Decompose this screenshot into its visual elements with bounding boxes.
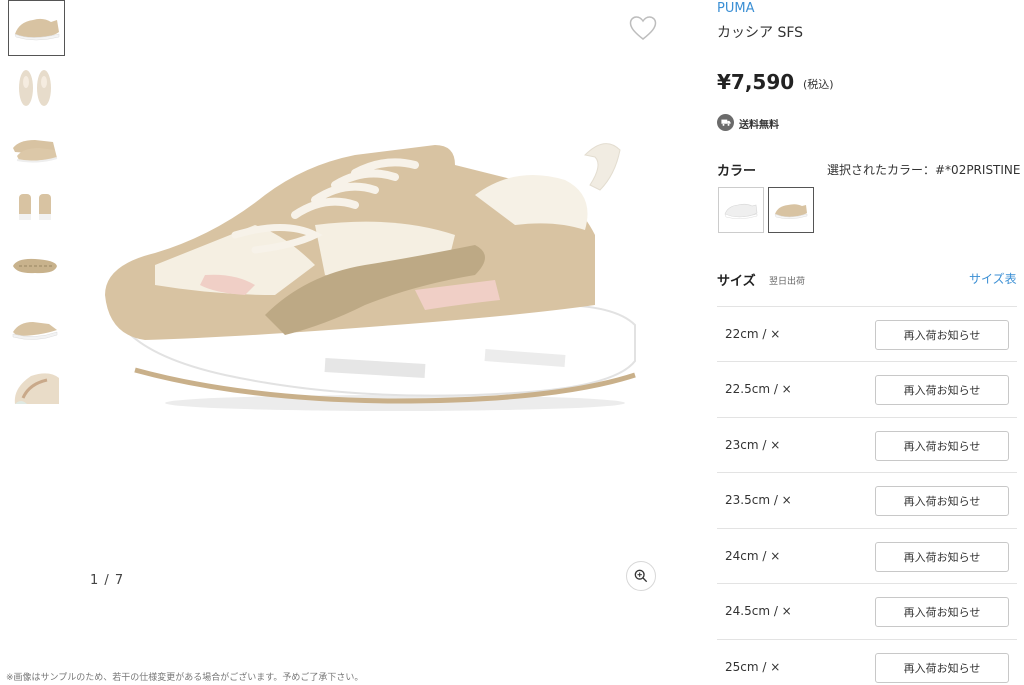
restock-notify-button[interactable]: 再入荷お知らせ — [875, 486, 1009, 516]
thumbnail-top-view[interactable] — [6, 60, 63, 116]
size-row: 24cm / × 再入荷お知らせ — [717, 528, 1017, 584]
product-name: カッシア SFS — [717, 25, 804, 41]
thumbnail-sole-view[interactable] — [6, 238, 63, 294]
tax-note: (税込) — [803, 78, 834, 91]
main-product-image[interactable] — [95, 125, 640, 415]
size-label: 24cm / × — [725, 549, 781, 563]
color-swatch-pristine[interactable] — [768, 187, 814, 233]
favorite-heart-icon[interactable] — [629, 15, 657, 41]
thumbnail-back-view[interactable] — [6, 178, 63, 234]
color-swatch-white[interactable] — [718, 187, 764, 233]
size-row: 22.5cm / × 再入荷お知らせ — [717, 361, 1017, 417]
next-day-shipping-note: 翌日出荷 — [769, 277, 806, 287]
size-row: 23.5cm / × 再入荷お知らせ — [717, 472, 1017, 528]
size-row: 24.5cm / × 再入荷お知らせ — [717, 583, 1017, 639]
thumbnail-side-view[interactable] — [8, 0, 65, 56]
size-heading: サイズ — [717, 274, 756, 289]
size-label: 25cm / × — [725, 660, 781, 674]
brand-link[interactable]: PUMA — [717, 1, 754, 16]
restock-notify-button[interactable]: 再入荷お知らせ — [875, 653, 1009, 683]
size-row: 23cm / × 再入荷お知らせ — [717, 417, 1017, 473]
size-label: 23.5cm / × — [725, 493, 792, 507]
size-label: 22cm / × — [725, 327, 781, 341]
zoom-in-icon[interactable] — [626, 561, 656, 591]
restock-notify-button[interactable]: 再入荷お知らせ — [875, 597, 1009, 627]
restock-notify-button[interactable]: 再入荷お知らせ — [875, 542, 1009, 572]
restock-notify-button[interactable]: 再入荷お知らせ — [875, 320, 1009, 350]
restock-notify-button[interactable]: 再入荷お知らせ — [875, 375, 1009, 405]
size-label: 24.5cm / × — [725, 604, 792, 618]
size-row: 22cm / × 再入荷お知らせ — [717, 306, 1017, 362]
image-counter: 1 / 7 — [90, 573, 125, 588]
image-disclaimer: ※画像はサンプルのため、若干の仕様変更がある場合がございます。予めご了承下さい。 — [6, 673, 364, 683]
color-heading: カラー — [717, 164, 757, 179]
free-shipping-label: 送料無料 — [739, 120, 779, 131]
restock-notify-button[interactable]: 再入荷お知らせ — [875, 431, 1009, 461]
shipping-truck-icon — [717, 114, 734, 131]
thumbnail-detail[interactable] — [6, 360, 63, 416]
thumbnail-pair-side[interactable] — [6, 118, 63, 174]
product-price: ¥7,590 — [717, 70, 795, 94]
size-row: 25cm / × 再入荷お知らせ — [717, 639, 1017, 685]
selected-color-text: 選択されたカラー：#*02PRISTINE — [827, 163, 1021, 177]
size-chart-link[interactable]: サイズ表 — [969, 270, 1017, 287]
size-label: 23cm / × — [725, 438, 781, 452]
size-label: 22.5cm / × — [725, 382, 792, 396]
thumbnail-pair-angle[interactable] — [6, 298, 63, 354]
